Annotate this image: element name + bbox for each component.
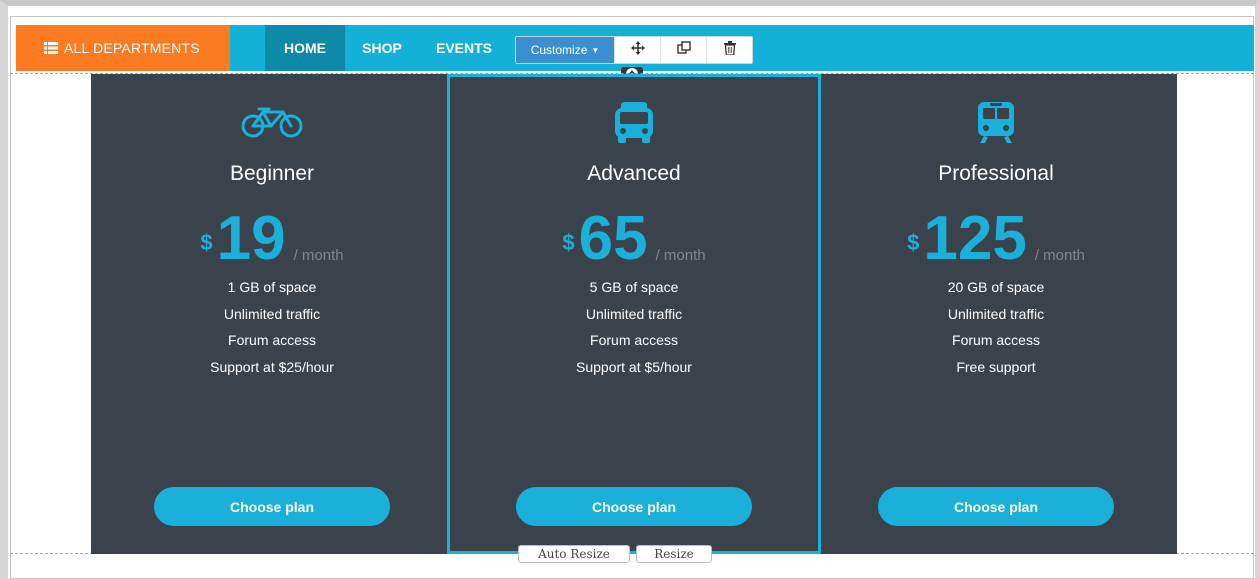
move-icon [630, 40, 645, 60]
plan-price: $ 125 / month [815, 204, 1177, 270]
price-currency: $ [200, 230, 213, 255]
auto-resize-button[interactable]: Auto Resize [518, 545, 630, 563]
move-button[interactable] [614, 37, 660, 63]
nav-home[interactable]: HOME [265, 25, 345, 71]
feature-list: 20 GB of space Unlimited traffic Forum a… [815, 277, 1177, 383]
feature-item: Support at $5/hour [576, 358, 692, 375]
plan-card-beginner[interactable]: Beginner $ 19 / month 1 GB of space Unli… [91, 74, 453, 554]
feature-item: Forum access [590, 332, 678, 348]
customize-label: Customize [530, 43, 588, 57]
price-period: / month [293, 247, 344, 264]
nav-shop[interactable]: SHOP [345, 25, 419, 71]
train-icon [815, 100, 1177, 144]
block-toolbar: Customize ▼ [515, 36, 753, 64]
resize-controls: Auto Resize Resize [518, 545, 712, 563]
plan-card-advanced[interactable]: Advanced $ 65 / month 5 GB of space Unli… [447, 74, 821, 554]
all-departments-label: ALL DEPARTMENTS [64, 40, 200, 56]
feature-list: 1 GB of space Unlimited traffic Forum ac… [91, 277, 453, 383]
price-amount: 125 [923, 204, 1027, 273]
feature-item: Free support [956, 358, 1036, 375]
duplicate-icon [676, 40, 691, 60]
resize-button[interactable]: Resize [636, 545, 712, 563]
feature-item: Unlimited traffic [947, 305, 1045, 322]
caret-down-icon: ▼ [591, 45, 600, 55]
plan-card-professional[interactable]: Professional $ 125 / month 20 GB of spac… [815, 74, 1177, 554]
delete-button[interactable] [706, 37, 752, 63]
price-period: / month [655, 247, 706, 264]
price-amount: 19 [216, 204, 286, 273]
price-currency: $ [562, 230, 575, 255]
price-period: / month [1034, 247, 1085, 264]
duplicate-button[interactable] [660, 37, 706, 63]
feature-item: Support at $25/hour [210, 358, 334, 375]
choose-plan-button[interactable]: Choose plan [878, 487, 1114, 526]
price-amount: 65 [578, 204, 648, 273]
feature-item: 1 GB of space [227, 279, 317, 295]
list-icon [44, 42, 58, 54]
plan-name: Professional [938, 162, 1054, 185]
feature-item: 5 GB of space [589, 279, 679, 295]
bicycle-icon [91, 100, 453, 144]
customize-button[interactable]: Customize ▼ [516, 37, 614, 63]
plan-price: $ 19 / month [91, 204, 453, 270]
trash-icon [723, 40, 736, 60]
plan-name: Beginner [229, 162, 315, 185]
all-departments-button[interactable]: ALL DEPARTMENTS [16, 25, 230, 71]
plan-price: $ 65 / month [450, 204, 818, 270]
feature-item: 20 GB of space [947, 279, 1045, 295]
pricing-section: Beginner $ 19 / month 1 GB of space Unli… [91, 74, 1177, 554]
nav-events[interactable]: EVENTS [419, 25, 509, 71]
feature-list: 5 GB of space Unlimited traffic Forum ac… [450, 277, 818, 383]
feature-item: Unlimited traffic [585, 305, 683, 322]
plan-name: Advanced [587, 162, 681, 185]
choose-plan-button[interactable]: Choose plan [154, 487, 390, 526]
choose-plan-button[interactable]: Choose plan [516, 487, 752, 526]
feature-item: Unlimited traffic [223, 305, 321, 322]
feature-item: Forum access [228, 332, 316, 348]
bus-icon [450, 100, 818, 144]
feature-item: Forum access [952, 332, 1040, 348]
price-currency: $ [907, 230, 920, 255]
